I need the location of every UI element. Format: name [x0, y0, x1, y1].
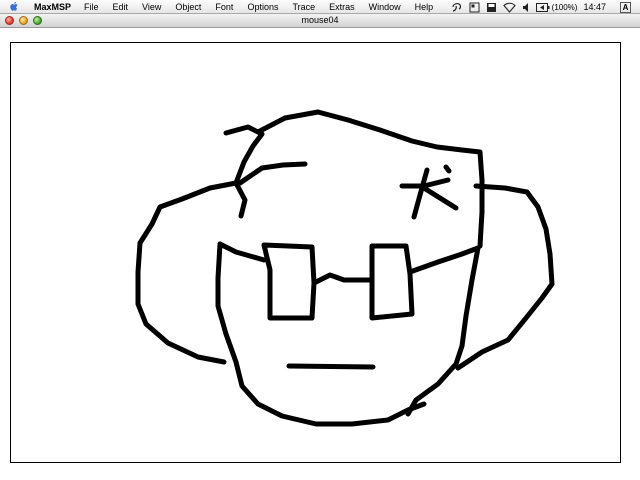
menu-edit[interactable]: Edit [113, 0, 129, 14]
menu-app-name[interactable]: MaxMSP [34, 0, 71, 14]
menu-list: MaxMSP File Edit View Object Font Option… [34, 0, 447, 14]
script-icon[interactable] [451, 0, 463, 14]
menu-extras[interactable]: Extras [329, 0, 355, 14]
menu-bar: MaxMSP File Edit View Object Font Option… [0, 0, 640, 14]
menu-font[interactable]: Font [215, 0, 233, 14]
ear-left-stroke [135, 180, 239, 365]
glasses-bridge [311, 272, 375, 286]
save-icon[interactable] [486, 0, 497, 14]
menu-view[interactable]: View [142, 0, 161, 14]
patch-window: mouse04 [0, 14, 640, 480]
menu-window[interactable]: Window [369, 0, 401, 14]
brow-left-stroke [237, 161, 308, 186]
wifi-icon[interactable] [502, 0, 516, 14]
head-outline-stroke [215, 241, 427, 427]
glasses-left-lens [261, 242, 317, 321]
apple-icon[interactable] [9, 1, 20, 12]
menu-file[interactable]: File [84, 0, 99, 14]
head-right-stroke [405, 245, 481, 417]
wink-mark-stroke [399, 164, 459, 220]
glasses-right-lens [369, 243, 415, 321]
input-menu-icon[interactable]: A [620, 1, 631, 13]
battery-percentage: (100%) [551, 2, 578, 12]
mouth-stroke [286, 363, 376, 370]
menu-options[interactable]: Options [247, 0, 278, 14]
menu-extras-tray: (100%) 14:47 A [451, 0, 640, 14]
menu-trace[interactable]: Trace [292, 0, 315, 14]
battery-icon[interactable]: (100%) [535, 0, 578, 14]
glasses-left-temple [217, 241, 267, 263]
menu-clock[interactable]: 14:47 [583, 2, 606, 12]
menu-help[interactable]: Help [415, 0, 434, 14]
glasses-right-temple [407, 245, 481, 275]
freehand-face-drawing [135, 109, 555, 427]
menu-object[interactable]: Object [175, 0, 201, 14]
sync-icon[interactable] [469, 0, 480, 14]
volume-icon[interactable] [522, 0, 530, 14]
